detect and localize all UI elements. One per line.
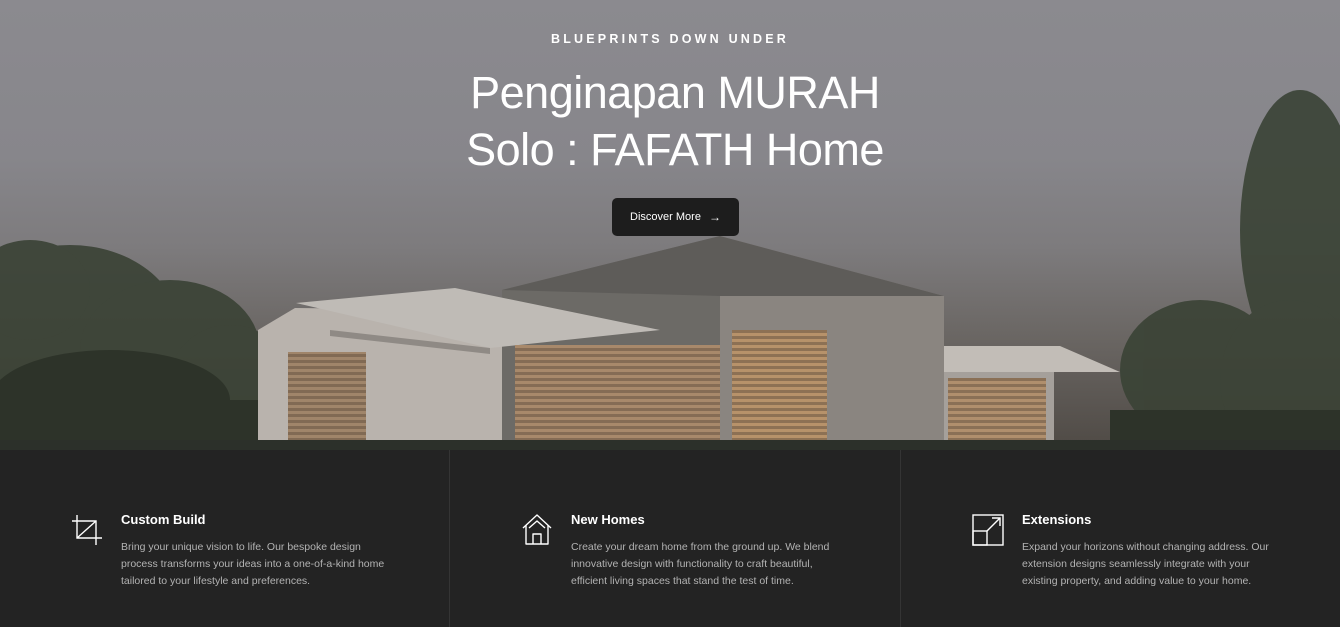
arrow-right-icon: → [708, 210, 721, 224]
feature-title: Custom Build [121, 512, 206, 527]
feature-title: New Homes [571, 512, 645, 527]
hero-section: BLUEPRINTS DOWN UNDER Penginapan MURAH S… [0, 0, 1340, 450]
crop-icon [72, 515, 102, 545]
feature-custom-build: Custom Build Bring your unique vision to… [0, 450, 450, 627]
feature-title: Extensions [1022, 512, 1092, 527]
hero-title: Penginapan MURAH Solo : FAFATH Home [420, 64, 930, 178]
hero-title-line1: Penginapan MURAH [470, 67, 880, 118]
feature-description: Expand your horizons without changing ad… [1022, 541, 1269, 587]
expand-icon [972, 514, 1004, 546]
house-icon [522, 514, 552, 545]
feature-extensions: Extensions Expand your horizons without … [901, 450, 1340, 627]
feature-description: Create your dream home from the ground u… [571, 541, 830, 587]
feature-description: Bring your unique vision to life. Our be… [121, 541, 385, 587]
discover-more-button[interactable]: Discover More → [612, 198, 739, 236]
feature-new-homes: New Homes Create your dream home from th… [450, 450, 901, 627]
hero-title-line2: Solo : FAFATH Home [466, 124, 884, 175]
hero-eyebrow: BLUEPRINTS DOWN UNDER [550, 32, 790, 46]
features-section: Custom Build Bring your unique vision to… [0, 450, 1340, 627]
discover-more-label: Discover More [630, 211, 701, 223]
